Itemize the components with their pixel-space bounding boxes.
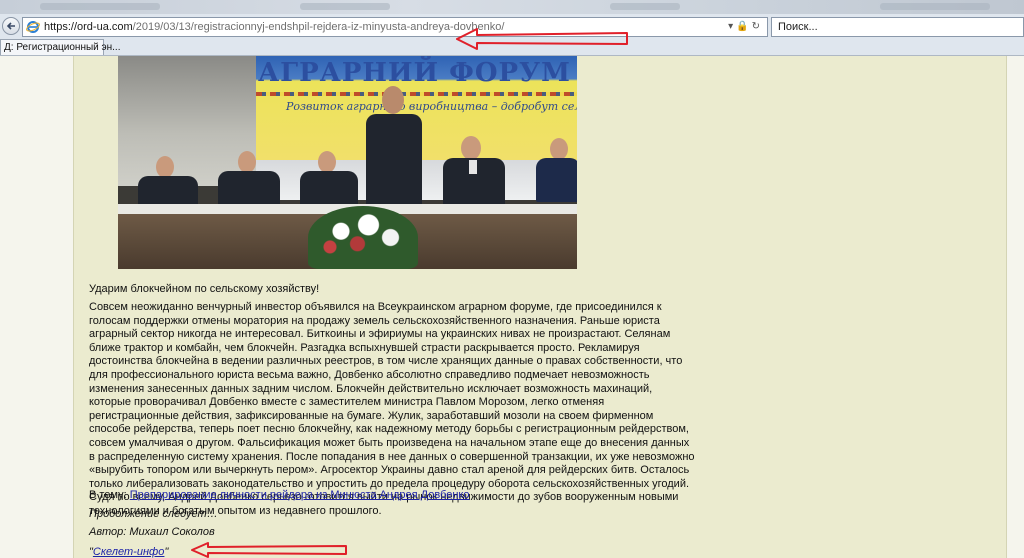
banner-ornament: [256, 92, 577, 96]
annotation-arrow-url: [456, 28, 628, 50]
url-path: /2019/03/13/registracionnyj-endshpil-rej…: [132, 21, 505, 33]
url-host: https://ord-ua.com: [44, 21, 133, 33]
source-link[interactable]: Скелет-инфо: [93, 546, 165, 558]
search-placeholder: Поиск...: [778, 21, 818, 33]
browser-tab[interactable]: Д: Регистрационный эн...: [0, 39, 121, 56]
tab-title: Д: Регистрационный эн...: [4, 42, 121, 53]
related-prefix: В тему:: [89, 489, 130, 501]
internet-explorer-icon: [26, 21, 40, 33]
photo-wall: [118, 56, 256, 186]
related-line: В тему: Препарирование личности рейдера …: [89, 488, 695, 502]
blurred-tab-strip: [0, 0, 1024, 14]
address-bar[interactable]: https://ord-ua.com/2019/03/13/registraci…: [22, 17, 768, 37]
author-line: Автор: Михаил Соколов: [89, 526, 215, 538]
back-arrow-icon: [6, 22, 15, 30]
back-button[interactable]: [2, 17, 20, 35]
annotation-arrow-source: [191, 542, 347, 558]
article-photo: АГРАРНИЙ ФОРУМ Розвиток аграрного виробн…: [118, 56, 577, 269]
article-body: Совсем неожиданно венчурный инвестор объ…: [89, 301, 695, 517]
address-controls: ▾🔒↻: [728, 21, 763, 32]
source-close-quote: ": [164, 546, 169, 558]
refresh-icon[interactable]: ↻: [752, 21, 763, 32]
dropdown-icon[interactable]: ▾: [728, 21, 736, 32]
search-input[interactable]: Поиск...: [771, 17, 1024, 37]
related-link[interactable]: Препарирование личности рейдера из Минюс…: [130, 489, 470, 501]
banner-title: АГРАРНИЙ ФОРУМ: [258, 58, 571, 88]
lock-icon[interactable]: 🔒: [736, 21, 751, 32]
banner-subtitle: Розвиток аграрного виробництва – добробу…: [286, 100, 577, 113]
source-line: "Скелет-инфо": [89, 546, 168, 558]
article-lead: Ударим блокчейном по сельскому хозяйству…: [89, 283, 320, 295]
photo-flowers: [308, 206, 418, 269]
continued-note: Продолжение следует…: [89, 508, 218, 520]
url-text[interactable]: https://ord-ua.com/2019/03/13/registraci…: [44, 21, 504, 33]
